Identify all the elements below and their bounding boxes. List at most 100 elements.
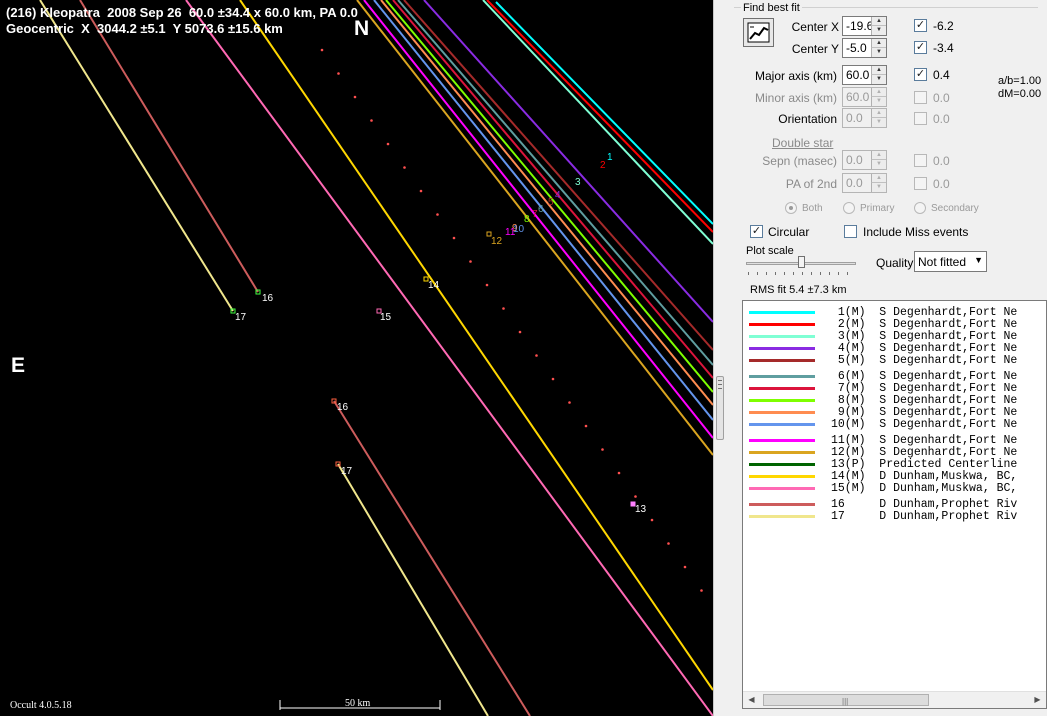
center-y-input[interactable]: -5.0 ▲ ▼: [842, 38, 887, 58]
chord-5: [403, 0, 713, 351]
ab-ratio: a/b=1.00: [998, 75, 1042, 87]
chord-legend-list[interactable]: 1(M) S Degenhardt,Fort Ne 2(M) S Degenha…: [742, 300, 1047, 709]
chord-number-label: 11: [505, 227, 516, 238]
major-axis-checkbox[interactable]: ✓: [914, 68, 927, 81]
center-x-input[interactable]: -19.6 ▲ ▼: [842, 16, 887, 36]
minor-axis-input[interactable]: 60.0 ▲ ▼: [842, 87, 887, 107]
spin-down-icon[interactable]: ▼: [871, 75, 886, 84]
circular-checkbox[interactable]: ✓: [750, 225, 763, 238]
center-y-checkbox[interactable]: ✓: [914, 41, 927, 54]
legend-scroll-thumb[interactable]: |||: [763, 694, 929, 706]
spin-down-icon[interactable]: ▼: [871, 26, 886, 35]
orientation-input[interactable]: 0.0 ▲ ▼: [842, 108, 887, 128]
major-axis-input[interactable]: 60.0 ▲ ▼: [842, 65, 887, 85]
radio-both-label: Both: [802, 203, 823, 214]
legend-row[interactable]: 5(M) S Degenhardt,Fort Ne: [743, 355, 1046, 367]
include-miss-checkbox[interactable]: [844, 225, 857, 238]
spin-down-icon[interactable]: ▼: [871, 97, 886, 106]
quality-select[interactable]: Not fitted ▼: [914, 251, 987, 272]
double-star-link[interactable]: Double star: [772, 136, 833, 150]
sepn-input[interactable]: 0.0 ▲ ▼: [842, 150, 887, 170]
centerline-dot: [617, 471, 621, 475]
legend-row[interactable]: 17 D Dunham,Prophet Riv: [743, 510, 1046, 523]
scroll-right-icon[interactable]: ▶: [1029, 692, 1046, 708]
major-axis-fit-value: 0.4: [933, 68, 950, 82]
legend-label: 10(M) S Degenhardt,Fort Ne: [831, 418, 1018, 431]
radio-both[interactable]: [785, 202, 797, 214]
spin-down-icon[interactable]: ▼: [871, 160, 886, 169]
legend-swatch: [749, 487, 815, 490]
chord-number-label: 5: [548, 197, 554, 208]
spin-up-icon[interactable]: ▲: [871, 109, 886, 118]
plot-title: (216) Kleopatra 2008 Sep 26 60.0 ±34.4 x…: [6, 5, 358, 20]
spin-up-icon[interactable]: ▲: [871, 39, 886, 48]
spin-up-icon[interactable]: ▲: [871, 66, 886, 75]
spin-up-icon[interactable]: ▲: [871, 88, 886, 97]
centerline-dot: [634, 495, 637, 498]
centerline-dot: [436, 213, 439, 216]
splitter-grip[interactable]: [716, 376, 724, 440]
centerline-dot: [683, 565, 687, 569]
spin-up-icon[interactable]: ▲: [871, 151, 886, 160]
center-y-fit-value: -3.4: [933, 41, 954, 55]
find-best-fit-title: Find best fit: [741, 2, 802, 14]
legend-swatch: [749, 323, 815, 326]
chord-number-label: 13: [635, 504, 647, 515]
legend-row[interactable]: 15(M) D Dunham,Muskwa, BC,: [743, 482, 1046, 495]
legend-swatch: [749, 359, 815, 362]
chord-lines: [39, 0, 713, 716]
spin-up-icon[interactable]: ▲: [871, 17, 886, 26]
centerline-dot: [320, 48, 324, 52]
center-x-label: Center X: [791, 20, 839, 34]
east-label: E: [11, 354, 26, 377]
chord-12: [356, 0, 713, 456]
chord-17-upper: [39, 0, 234, 312]
find-best-fit-button[interactable]: [743, 18, 774, 47]
scroll-left-icon[interactable]: ◀: [743, 692, 760, 708]
center-x-checkbox[interactable]: ✓: [914, 19, 927, 32]
occultation-plot[interactable]: (216) Kleopatra 2008 Sep 26 60.0 ±34.4 x…: [0, 0, 713, 716]
spin-down-icon[interactable]: ▼: [871, 118, 886, 127]
minor-axis-checkbox[interactable]: [914, 91, 927, 104]
orientation-checkbox[interactable]: [914, 112, 927, 125]
scale-label: 50 km: [345, 698, 371, 709]
legend-label: 17 D Dunham,Prophet Riv: [831, 510, 1018, 523]
spin-down-icon[interactable]: ▼: [871, 48, 886, 57]
chord-4: [423, 0, 713, 323]
spin-up-icon[interactable]: ▲: [871, 174, 886, 183]
north-label: N: [354, 17, 370, 40]
centerline-dot: [386, 142, 390, 146]
plot-scale-slider-thumb[interactable]: [798, 256, 805, 268]
major-axis-label: Major axis (km): [754, 69, 837, 83]
center-y-label: Center Y: [791, 42, 839, 56]
legend-swatch: [749, 375, 815, 378]
chord-number-label: 8: [524, 214, 530, 225]
legend-swatch: [749, 347, 815, 350]
dropdown-arrow-icon: ▼: [974, 255, 983, 265]
centerline-dot: [650, 518, 654, 522]
chord-number-label: 14: [428, 280, 440, 291]
legend-swatch: [749, 399, 815, 402]
orientation-label: Orientation: [778, 112, 837, 126]
chord-8: [385, 0, 713, 393]
radio-primary-label: Primary: [860, 203, 895, 214]
minor-axis-label: Minor axis (km): [754, 91, 837, 105]
panel-splitter[interactable]: [713, 0, 726, 716]
legend-label: 15(M) D Dunham,Muskwa, BC,: [831, 482, 1018, 495]
centerline-dot: [551, 377, 555, 381]
pa-2nd-input[interactable]: 0.0 ▲ ▼: [842, 173, 887, 193]
chord-number-label: 7: [532, 209, 538, 220]
centerline-dot: [601, 448, 604, 451]
legend-swatch: [749, 515, 815, 518]
minor-axis-fit-value: 0.0: [933, 91, 950, 105]
legend-hscrollbar[interactable]: ◀ ||| ▶: [743, 691, 1046, 708]
centerline-dot: [502, 307, 505, 310]
sepn-checkbox[interactable]: [914, 154, 927, 167]
radio-primary[interactable]: [843, 202, 855, 214]
orientation-fit-value: 0.0: [933, 112, 950, 126]
radio-secondary[interactable]: [914, 202, 926, 214]
legend-row[interactable]: 10(M) S Degenhardt,Fort Ne: [743, 418, 1046, 431]
pa-2nd-checkbox[interactable]: [914, 177, 927, 190]
spin-down-icon[interactable]: ▼: [871, 183, 886, 192]
chord-11: [363, 0, 713, 439]
